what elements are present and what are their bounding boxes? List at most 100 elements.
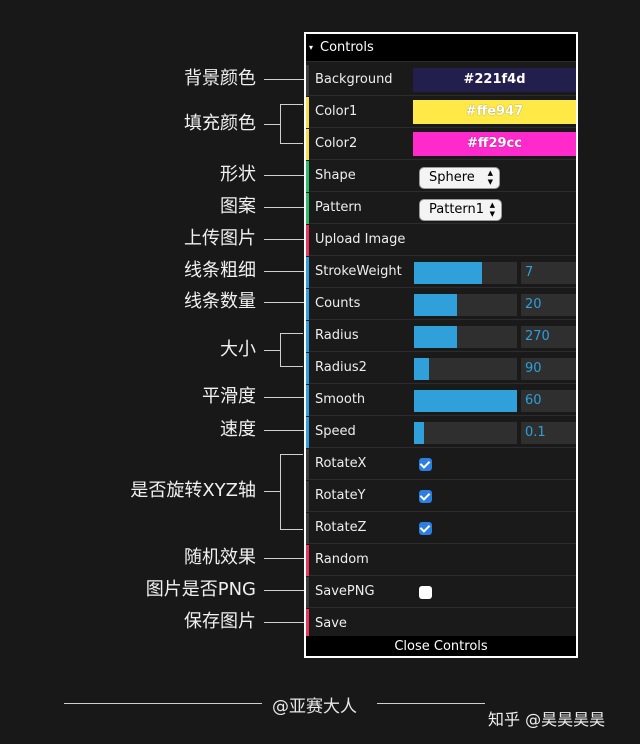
row-marker (306, 129, 309, 160)
annotation-counts: 线条数量 (184, 291, 256, 312)
radius2-number-input[interactable]: 90 (521, 358, 576, 380)
slider-fill (414, 390, 517, 412)
row-marker (306, 577, 309, 608)
color2-swatch[interactable]: #ff29cc (413, 132, 576, 156)
control-label: Background (315, 72, 393, 87)
control-smooth: Smooth 60 (306, 385, 576, 416)
save-button[interactable]: Save (315, 609, 347, 639)
row-marker (306, 513, 309, 544)
counts-number-input[interactable]: 20 (521, 294, 576, 316)
close-controls-button[interactable]: Close Controls (306, 636, 576, 656)
rotatex-checkbox[interactable] (419, 458, 432, 471)
control-label: RotateZ (315, 520, 367, 535)
annotation-connector (264, 239, 304, 240)
control-label: RotateX (315, 456, 367, 471)
control-label: RotateY (315, 488, 366, 503)
annotation-speed: 速度 (220, 419, 256, 440)
annotation-smooth: 平滑度 (202, 386, 256, 407)
row-marker (306, 545, 309, 576)
control-upload-image[interactable]: Upload Image (306, 225, 576, 256)
random-button[interactable]: Random (315, 545, 369, 575)
checkmark-icon (419, 458, 431, 469)
speed-slider[interactable] (414, 422, 517, 444)
controls-title: Controls (320, 40, 374, 55)
control-label: Color1 (315, 104, 358, 119)
annotation-save: 保存图片 (184, 611, 256, 632)
smooth-slider[interactable] (414, 390, 517, 412)
annotation-connector (264, 271, 304, 272)
smooth-number-input[interactable]: 60 (521, 390, 576, 412)
control-radius: Radius 270 (306, 321, 576, 352)
savepng-checkbox[interactable] (419, 586, 432, 599)
strokeweight-slider[interactable] (414, 262, 517, 284)
annotation-connector (264, 124, 280, 125)
controls-title-bar[interactable]: ▾ Controls (306, 34, 576, 62)
annotation-random: 随机效果 (184, 547, 256, 568)
speed-number-input[interactable]: 0.1 (521, 422, 576, 444)
control-rotatey: RotateY (306, 481, 576, 512)
control-counts: Counts 20 (306, 289, 576, 320)
annotation-connector (264, 175, 304, 176)
control-label: Counts (315, 296, 361, 311)
row-marker (306, 97, 309, 128)
counts-slider[interactable] (414, 294, 517, 316)
controls-panel: ▾ Controls Background #221f4d Color1 #ff… (304, 32, 578, 658)
checkmark-icon (419, 522, 431, 533)
row-marker (306, 257, 309, 288)
row-marker (306, 417, 309, 448)
shape-select[interactable]: Sphere ▲ ▼ (419, 167, 500, 189)
row-marker (306, 385, 309, 416)
annotation-background: 背景颜色 (184, 68, 256, 89)
control-label: SavePNG (315, 584, 375, 599)
upload-image-button[interactable]: Upload Image (315, 225, 405, 255)
control-color2: Color2 #ff29cc (306, 129, 576, 160)
radius-slider[interactable] (414, 326, 517, 348)
checkmark-icon (419, 490, 431, 501)
control-label: Radius2 (315, 360, 367, 375)
annotation-fill-color: 填充颜色 (184, 113, 256, 134)
annotation-connector (264, 302, 304, 303)
rotatez-checkbox[interactable] (419, 522, 432, 535)
control-label: StrokeWeight (315, 264, 402, 279)
pattern-select[interactable]: Pattern1 ▲ ▼ (419, 199, 502, 221)
annotation-bracket (280, 454, 303, 530)
annotation-pattern: 图案 (220, 196, 256, 217)
select-arrows-icon: ▲ ▼ (489, 201, 495, 218)
row-marker (306, 65, 309, 96)
control-label: Smooth (315, 392, 366, 407)
annotation-shape: 形状 (220, 164, 256, 185)
collapse-triangle-icon: ▾ (309, 43, 314, 52)
background-color-swatch[interactable]: #221f4d (413, 68, 576, 92)
annotation-connector (264, 430, 304, 431)
shape-select-value: Sphere (429, 170, 475, 185)
control-savepng: SavePNG (306, 577, 576, 608)
annotation-connector (264, 590, 304, 591)
annotation-size: 大小 (220, 339, 256, 360)
row-marker (306, 449, 309, 480)
control-color1: Color1 #ffe947 (306, 97, 576, 128)
annotation-save-png: 图片是否PNG (145, 579, 256, 600)
radius2-slider[interactable] (414, 358, 517, 380)
control-label: Pattern (315, 200, 362, 215)
control-label: Color2 (315, 136, 358, 151)
control-pattern: Pattern Pattern1 ▲ ▼ (306, 193, 576, 224)
control-label: Shape (315, 168, 356, 183)
control-random[interactable]: Random (306, 545, 576, 576)
color1-swatch[interactable]: #ffe947 (413, 100, 576, 124)
slider-fill (414, 294, 458, 316)
control-label: Speed (315, 424, 356, 439)
slider-fill (414, 422, 425, 444)
control-speed: Speed 0.1 (306, 417, 576, 448)
radius-number-input[interactable]: 270 (521, 326, 576, 348)
strokeweight-number-input[interactable]: 7 (521, 262, 576, 284)
slider-fill (414, 262, 482, 284)
control-radius2: Radius2 90 (306, 353, 576, 384)
annotation-connector (264, 79, 304, 80)
control-shape: Shape Sphere ▲ ▼ (306, 161, 576, 192)
annotation-rotate-xyz: 是否旋转XYZ轴 (130, 480, 256, 501)
annotation-connector (264, 207, 304, 208)
rotatey-checkbox[interactable] (419, 490, 432, 503)
footer-divider-right (377, 703, 485, 704)
annotation-upload-image: 上传图片 (184, 228, 256, 249)
annotation-stroke-weight: 线条粗细 (184, 260, 256, 281)
